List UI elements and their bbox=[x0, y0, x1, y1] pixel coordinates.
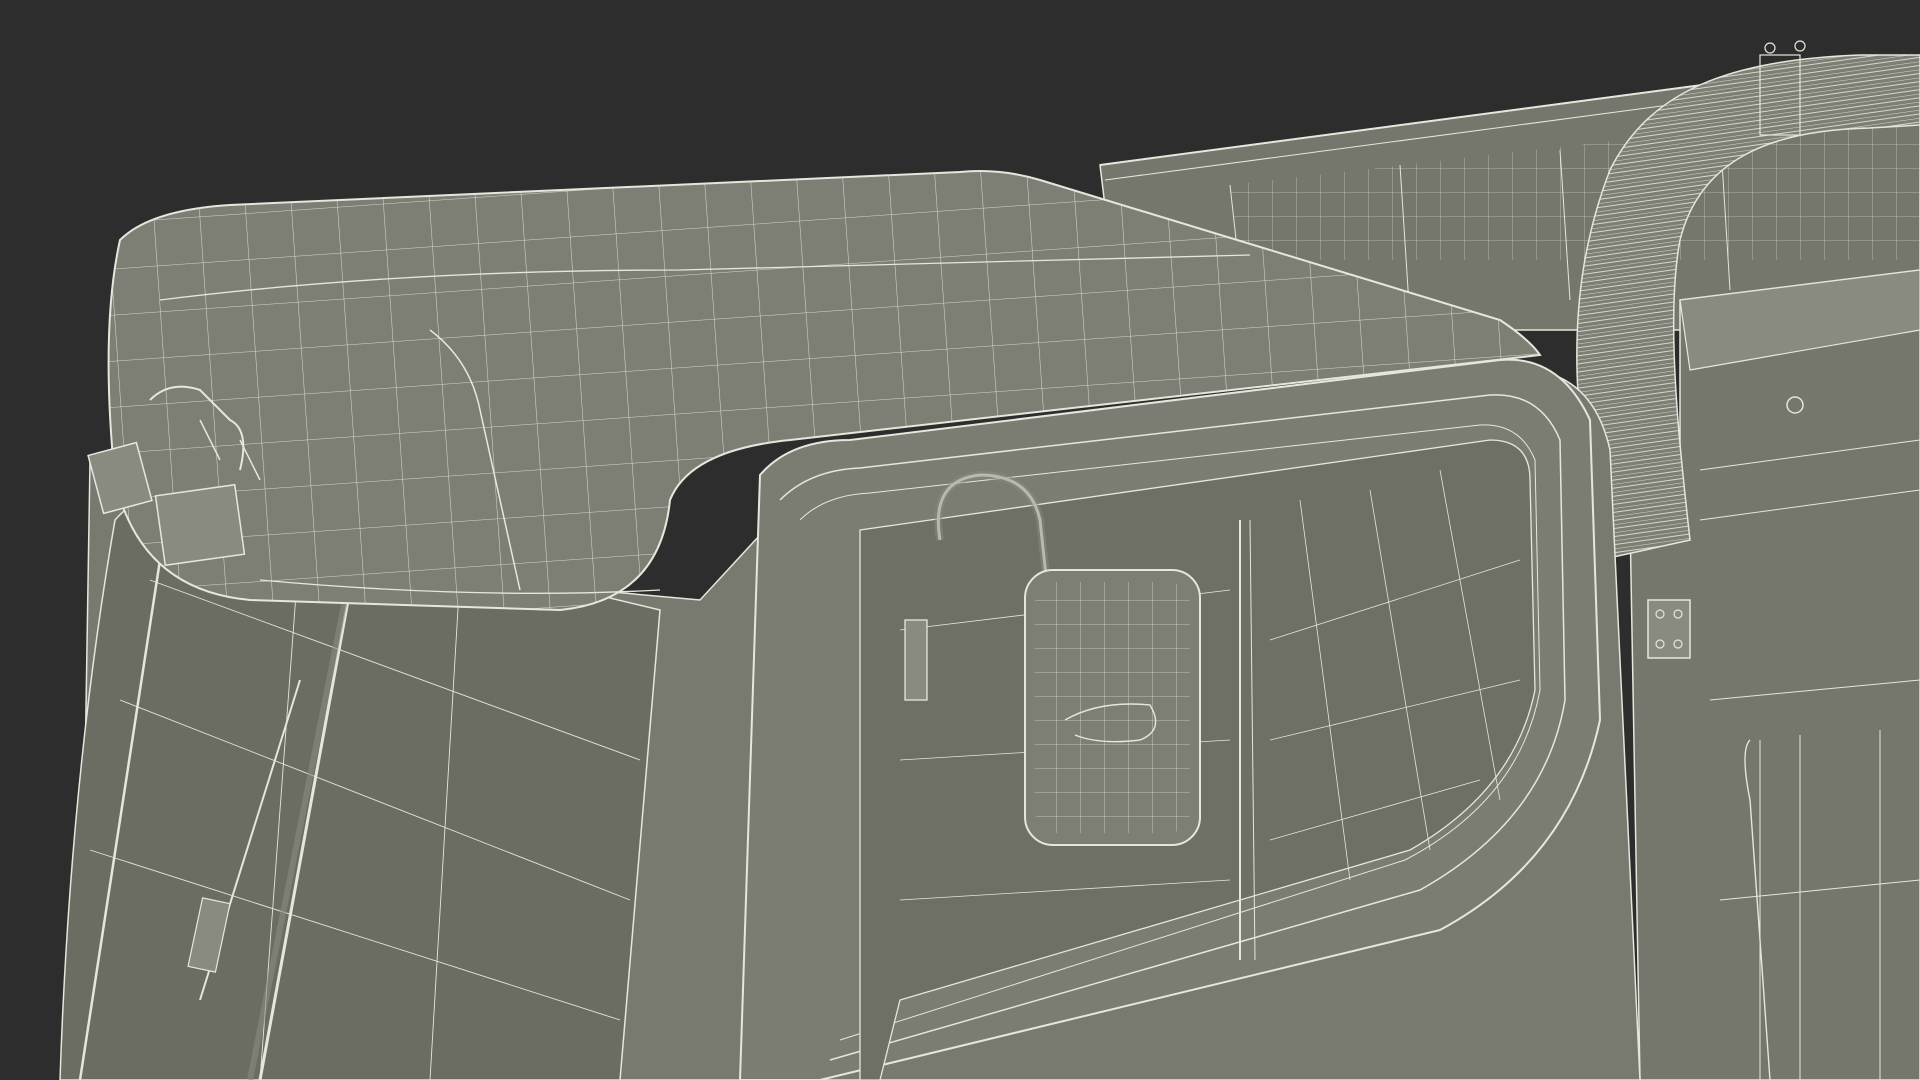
cab-wireframe-illustration bbox=[0, 0, 1920, 1080]
side-mirror bbox=[1024, 569, 1201, 846]
hinge-plate bbox=[1647, 599, 1691, 659]
wireframe-render-scene bbox=[0, 0, 1920, 1080]
